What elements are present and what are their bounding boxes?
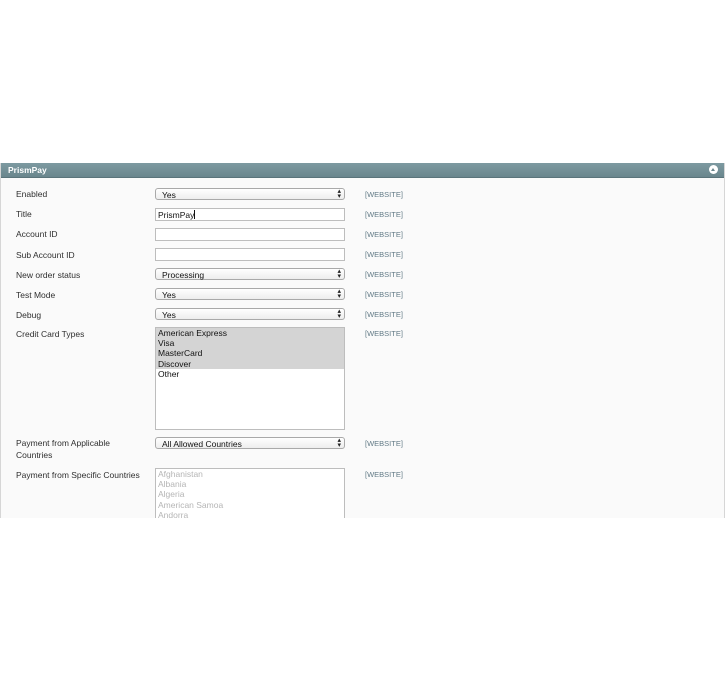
credit-card-types-label: Credit Card Types — [16, 329, 85, 339]
select-arrows-icon: ▴ ▾ — [337, 308, 341, 320]
country-option[interactable]: Albania — [156, 479, 344, 489]
enabled-select[interactable]: Yes ▴ ▾ — [155, 188, 345, 200]
applicable-countries-scope: [WEBSITE] — [365, 439, 403, 448]
applicable-countries-label-line1: Payment from Applicable — [16, 438, 111, 448]
enabled-scope: [WEBSITE] — [365, 190, 403, 199]
cc-option-discover[interactable]: Discover — [156, 358, 344, 369]
country-option[interactable]: Andorra — [156, 510, 344, 518]
select-arrows-icon: ▴ ▾ — [337, 188, 341, 200]
prismpay-config-panel: PrismPay Enabled Yes ▴ ▾ [WEBSITE] Title … — [0, 163, 725, 518]
test-mode-scope: [WEBSITE] — [365, 290, 403, 299]
credit-card-types-multiselect[interactable]: American Express Visa MasterCard Discove… — [155, 327, 345, 430]
title-label: Title — [16, 209, 32, 219]
account-id-scope: [WEBSITE] — [365, 230, 403, 239]
text-caret — [194, 210, 196, 219]
test-mode-select-value: Yes — [162, 290, 176, 300]
sub-account-id-scope: [WEBSITE] — [365, 250, 403, 259]
sub-account-id-input[interactable] — [155, 248, 345, 261]
enabled-select-value: Yes — [162, 190, 176, 200]
country-option[interactable]: American Samoa — [156, 500, 344, 510]
title-scope: [WEBSITE] — [365, 210, 403, 219]
country-option[interactable]: Afghanistan — [156, 469, 344, 479]
credit-card-types-scope: [WEBSITE] — [365, 329, 403, 338]
title-input[interactable]: PrismPay — [155, 208, 345, 221]
test-mode-label: Test Mode — [16, 290, 56, 300]
specific-countries-multiselect[interactable]: Afghanistan Albania Algeria American Sam… — [155, 468, 345, 518]
enabled-label: Enabled — [16, 189, 48, 199]
debug-select[interactable]: Yes ▴ ▾ — [155, 308, 345, 320]
select-arrows-icon: ▴ ▾ — [337, 437, 341, 449]
collapse-icon[interactable] — [709, 165, 718, 174]
title-input-value: PrismPay — [158, 210, 195, 220]
cc-option-other[interactable]: Other — [156, 369, 344, 379]
new-order-status-label: New order status — [16, 270, 81, 280]
panel-title: PrismPay — [8, 165, 47, 175]
account-id-input[interactable] — [155, 228, 345, 241]
test-mode-select[interactable]: Yes ▴ ▾ — [155, 288, 345, 300]
applicable-countries-select[interactable]: All Allowed Countries ▴ ▾ — [155, 437, 345, 449]
account-id-label: Account ID — [16, 229, 58, 239]
cc-option-amex[interactable]: American Express — [156, 328, 344, 339]
debug-label: Debug — [16, 310, 42, 320]
specific-countries-label: Payment from Specific Countries — [16, 470, 140, 480]
new-order-status-select[interactable]: Processing ▴ ▾ — [155, 268, 345, 280]
cc-option-mastercard[interactable]: MasterCard — [156, 348, 344, 359]
new-order-status-select-value: Processing — [162, 270, 205, 280]
applicable-countries-label-line2: Countries — [16, 450, 53, 460]
applicable-countries-select-value: All Allowed Countries — [162, 439, 242, 449]
panel-header[interactable]: PrismPay — [1, 163, 724, 178]
select-arrows-icon: ▴ ▾ — [337, 268, 341, 280]
cc-option-visa[interactable]: Visa — [156, 338, 344, 349]
select-arrows-icon: ▴ ▾ — [337, 288, 341, 300]
specific-countries-scope: [WEBSITE] — [365, 470, 403, 479]
debug-scope: [WEBSITE] — [365, 310, 403, 319]
new-order-status-scope: [WEBSITE] — [365, 270, 403, 279]
country-option[interactable]: Algeria — [156, 489, 344, 499]
sub-account-id-label: Sub Account ID — [16, 250, 75, 260]
debug-select-value: Yes — [162, 310, 176, 320]
